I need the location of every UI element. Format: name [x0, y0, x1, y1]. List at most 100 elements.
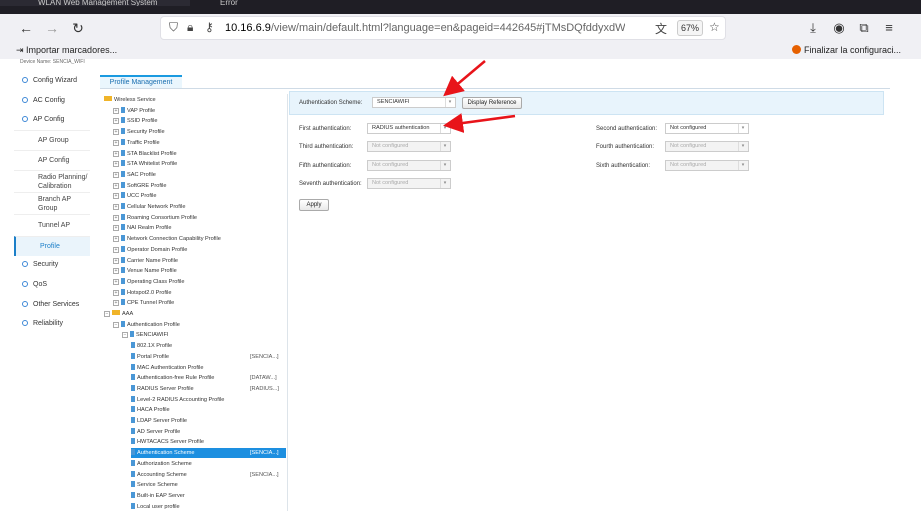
- expand-icon[interactable]: +: [113, 182, 119, 189]
- apply-button[interactable]: Apply: [299, 199, 329, 211]
- seventh-auth-select[interactable]: Not configured ▾: [367, 178, 451, 189]
- browser-tab-error[interactable]: Error: [196, 0, 326, 6]
- nav-qos[interactable]: QoS: [14, 276, 90, 294]
- tree-node[interactable]: AD Server Profile: [131, 427, 286, 437]
- download-icon[interactable]: ⤓: [804, 19, 822, 37]
- back-icon[interactable]: ←: [16, 18, 36, 38]
- translate-icon[interactable]: 文: [655, 20, 667, 37]
- expand-icon[interactable]: +: [113, 161, 119, 168]
- collapse-icon[interactable]: −: [104, 311, 110, 317]
- browser-tab-active[interactable]: WLAN Web Management System: [0, 0, 190, 6]
- nav-sub-profile[interactable]: Profile: [14, 236, 90, 256]
- tree-node[interactable]: + Cellular Network Profile: [113, 202, 286, 212]
- account-icon[interactable]: ◉: [830, 19, 848, 37]
- tree-node[interactable]: + SAC Profile: [113, 170, 286, 180]
- tree-node[interactable]: + Network Connection Capability Profile: [113, 234, 286, 244]
- tree-node[interactable]: MAC Authentication Profile: [131, 363, 286, 373]
- url-text[interactable]: 10.16.6.9/view/main/default.html?languag…: [225, 22, 625, 34]
- tree-node[interactable]: + STA Blacklist Profile: [113, 149, 286, 159]
- bookmark-import[interactable]: ⇥ Importar marcadores...: [16, 45, 117, 56]
- tree-node[interactable]: + STA Whitelist Profile: [113, 159, 286, 169]
- tree-node[interactable]: Authentication-free Rule Profile [DATAW..…: [131, 373, 286, 383]
- tree-node[interactable]: Built-in EAP Server: [131, 491, 286, 501]
- second-auth-select[interactable]: Not configured ▾: [665, 123, 749, 134]
- expand-icon[interactable]: +: [113, 139, 119, 146]
- tree-node[interactable]: + Venue Name Profile: [113, 266, 286, 276]
- expand-icon[interactable]: +: [113, 257, 119, 264]
- tree-node[interactable]: HACA Profile: [131, 405, 286, 415]
- tree-node[interactable]: Level-2 RADIUS Accounting Profile: [131, 395, 286, 405]
- nav-ac-config[interactable]: AC Config: [14, 92, 90, 110]
- expand-icon[interactable]: +: [113, 289, 119, 296]
- expand-icon[interactable]: +: [113, 236, 119, 243]
- expand-icon[interactable]: +: [113, 204, 119, 210]
- nav-sub-tunnel-ap[interactable]: Tunnel AP: [14, 214, 90, 236]
- expand-icon[interactable]: +: [113, 225, 119, 232]
- expand-icon[interactable]: +: [113, 150, 119, 157]
- tree-node[interactable]: − SENCIAWIFI: [122, 330, 286, 340]
- expand-icon[interactable]: +: [113, 268, 119, 275]
- collapse-icon[interactable]: −: [113, 321, 119, 328]
- reload-icon[interactable]: ↻: [68, 18, 88, 38]
- tree-node[interactable]: + Roaming Consortium Profile: [113, 213, 286, 223]
- tab-profile-management[interactable]: Profile Management: [100, 75, 182, 89]
- expand-icon[interactable]: +: [113, 300, 119, 307]
- extensions-icon[interactable]: ⧉: [855, 19, 873, 37]
- fourth-auth-select[interactable]: Not configured ▾: [665, 141, 749, 152]
- lock-icon[interactable]: 🔒︎: [187, 20, 193, 35]
- nav-other-services[interactable]: Other Services: [14, 296, 90, 314]
- tree-node[interactable]: Wireless Service: [104, 95, 286, 105]
- nav-reliability[interactable]: Reliability: [14, 315, 90, 333]
- key-icon[interactable]: ⚷: [205, 20, 214, 34]
- star-icon[interactable]: ☆: [709, 20, 720, 34]
- fifth-auth-select[interactable]: Not configured ▾: [367, 160, 451, 171]
- tree-node[interactable]: + Traffic Profile: [113, 138, 286, 148]
- nav-sub-ap-config[interactable]: AP Config: [14, 150, 90, 170]
- tree-node[interactable]: + Operator Domain Profile: [113, 245, 286, 255]
- tree-node[interactable]: + Security Profile: [113, 127, 286, 137]
- tree-node[interactable]: + Hotspot2.0 Profile: [113, 288, 286, 298]
- expand-icon[interactable]: +: [113, 118, 119, 125]
- expand-icon[interactable]: +: [113, 107, 119, 114]
- nav-sub-branch-ap-group[interactable]: Branch AP Group: [14, 192, 90, 214]
- expand-icon[interactable]: +: [113, 171, 119, 178]
- tree-node[interactable]: − Authentication Profile: [113, 320, 286, 330]
- bookmark-firefox-setup[interactable]: Finalizar la configuraci...: [792, 45, 901, 55]
- expand-icon[interactable]: +: [113, 129, 119, 136]
- expand-icon[interactable]: +: [113, 246, 119, 253]
- nav-sub-radio-planning[interactable]: Radio Planning/ Calibration: [14, 170, 90, 192]
- tree-node[interactable]: + SoftGRE Profile: [113, 181, 286, 191]
- zoom-level[interactable]: 67%: [677, 20, 703, 36]
- tree-node[interactable]: Accounting Scheme [SENCIA...]: [131, 470, 286, 480]
- tree-node[interactable]: Portal Profile [SENCIA...]: [131, 352, 286, 362]
- expand-icon[interactable]: +: [113, 214, 119, 221]
- tree-node[interactable]: 802.1X Profile: [131, 341, 286, 351]
- first-auth-select[interactable]: RADIUS authentication ▾: [367, 123, 451, 134]
- scheme-select[interactable]: SENCIAWIFI ▾: [372, 97, 456, 108]
- tree-node[interactable]: + VAP Profile: [113, 106, 286, 116]
- tree-node[interactable]: − AAA: [104, 309, 286, 319]
- nav-config-wizard[interactable]: Config Wizard: [14, 72, 90, 90]
- tree-node[interactable]: RADIUS Server Profile [RADIUS...]: [131, 384, 286, 394]
- sixth-auth-select[interactable]: Not configured ▾: [665, 160, 749, 171]
- expand-icon[interactable]: +: [113, 278, 119, 285]
- tree-node[interactable]: + CPE Tunnel Profile: [113, 298, 286, 308]
- expand-icon[interactable]: +: [113, 193, 119, 200]
- tree-node[interactable]: Local user profile: [131, 502, 286, 511]
- tree-node[interactable]: LDAP Server Profile: [131, 416, 286, 426]
- nav-ap-config[interactable]: AP Config: [14, 111, 90, 129]
- tree-node[interactable]: HWTACACS Server Profile: [131, 437, 286, 447]
- nav-security[interactable]: Security: [14, 256, 90, 274]
- forward-icon[interactable]: →: [42, 18, 62, 38]
- tree-node[interactable]: + Carrier Name Profile: [113, 256, 286, 266]
- tree-node[interactable]: + SSID Profile: [113, 116, 286, 126]
- collapse-icon[interactable]: −: [122, 332, 128, 339]
- tree-node[interactable]: Service Scheme: [131, 480, 286, 490]
- tree-node[interactable]: + UCC Profile: [113, 191, 286, 201]
- menu-icon[interactable]: ≡: [880, 19, 898, 37]
- third-auth-select[interactable]: Not configured ▾: [367, 141, 451, 152]
- tree-node[interactable]: Authorization Scheme: [131, 459, 286, 469]
- nav-sub-ap-group[interactable]: AP Group: [14, 130, 90, 150]
- display-reference-button[interactable]: Display Reference: [462, 97, 522, 109]
- shield-icon[interactable]: ⛉: [169, 20, 178, 35]
